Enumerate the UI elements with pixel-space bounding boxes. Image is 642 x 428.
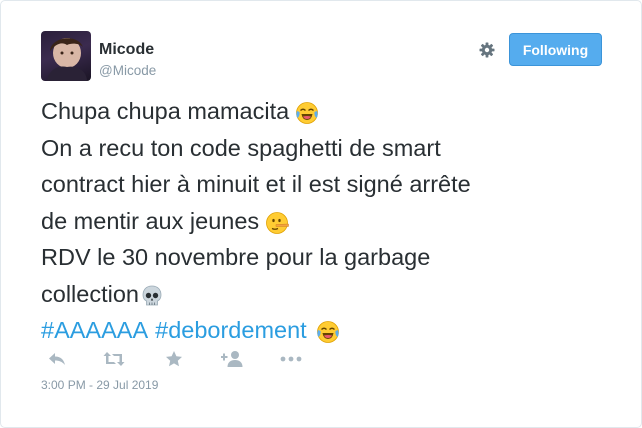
tweet-line: contract hier à minuit et il est signé a…: [41, 166, 611, 203]
tweet-line: collection: [41, 276, 611, 313]
star-icon[interactable]: [165, 349, 183, 369]
hashtag-link[interactable]: #AAAAAA: [41, 312, 148, 349]
following-button[interactable]: Following: [509, 33, 602, 66]
tweet-line-text: Chupa chupa mamacita: [41, 98, 290, 124]
tweet-line: Chupa chupa mamacita: [41, 93, 611, 130]
tears-of-joy-emoji: [295, 99, 319, 125]
tweet-line-text: de mentir aux jeunes: [41, 207, 260, 234]
tweet-line-text: collection: [41, 280, 139, 307]
tweet-text: Chupa chupa mamacita On a recu ton code …: [41, 93, 611, 349]
tweet-line: RDV le 30 novembre pour la garbage: [41, 239, 611, 276]
more-icon[interactable]: [280, 349, 302, 369]
tweet-line-text: On a recu ton code spaghetti de smart: [41, 134, 441, 161]
author-name[interactable]: Micode: [99, 41, 154, 59]
tweet-line-text: RDV le 30 novembre pour la garbage: [41, 244, 431, 270]
author-handle[interactable]: @Micode: [99, 63, 156, 78]
tweet-timestamp[interactable]: 3:00 PM - 29 Jul 2019: [41, 378, 158, 392]
tweet-line: de mentir aux jeunes: [41, 203, 611, 240]
skull-emoji: [140, 282, 164, 306]
gear-icon[interactable]: [478, 41, 496, 59]
tweet-hashtags: #AAAAAA #debordement: [41, 312, 611, 349]
tweet-card: Micode @Micode Following Chupa chupa mam…: [0, 0, 642, 428]
tears-of-joy-emoji: [316, 318, 340, 344]
reply-icon[interactable]: [47, 349, 67, 369]
hashtag-link[interactable]: #debordement: [155, 312, 307, 349]
lying-face-emoji: [265, 209, 289, 234]
add-user-icon[interactable]: [221, 349, 245, 369]
retweet-icon[interactable]: [103, 349, 125, 369]
tweet-line-text: contract hier à minuit et il est signé a…: [41, 171, 471, 197]
avatar[interactable]: [41, 31, 91, 81]
tweet-line: On a recu ton code spaghetti de smart: [41, 130, 611, 167]
